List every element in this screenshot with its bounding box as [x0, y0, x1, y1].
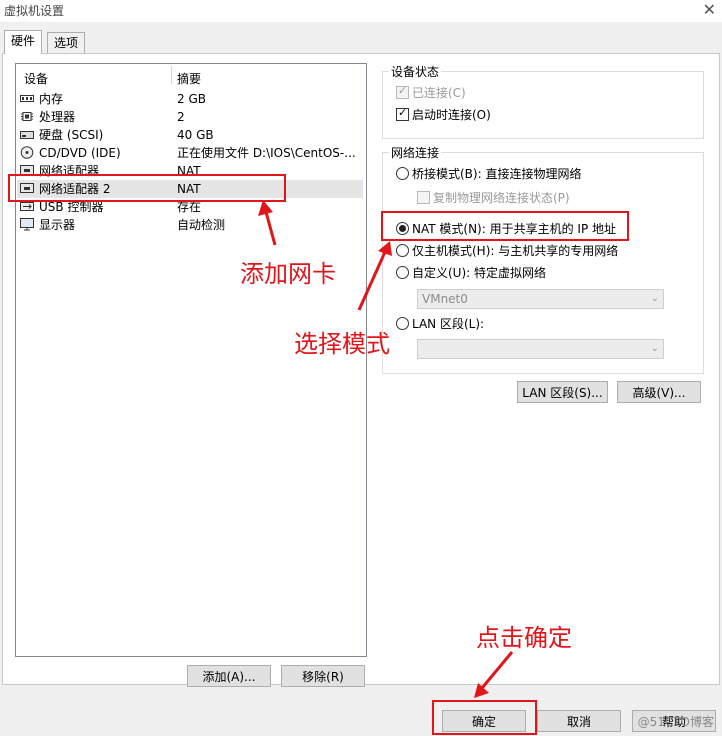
connect-at-power-on-label: 启动时连接(O): [412, 108, 491, 122]
chevron-down-icon: ⌄: [650, 343, 659, 354]
column-header-summary[interactable]: 摘要: [177, 70, 201, 87]
lan-segments-button[interactable]: LAN 区段(S)...: [517, 381, 608, 403]
annotation-add-nic: 添加网卡: [240, 260, 336, 288]
device-status-group: [382, 71, 704, 139]
device-name: 内存: [39, 92, 64, 106]
highlight-network-adapter-2: [8, 174, 286, 202]
device-name: 显示器: [39, 218, 76, 232]
remove-button[interactable]: 移除(R): [281, 665, 365, 687]
title-bar: 虚拟机设置 ✕: [0, 0, 722, 22]
device-row-display[interactable]: 显示器 自动检测: [17, 216, 363, 234]
device-summary: 2: [177, 110, 185, 124]
highlight-nat-mode: [381, 211, 629, 241]
device-summary: 40 GB: [177, 128, 214, 142]
connected-label: 已连接(C): [412, 86, 466, 100]
host-only-radio[interactable]: [396, 244, 409, 257]
highlight-ok-button: [432, 700, 537, 735]
device-summary: 自动检测: [177, 218, 226, 232]
tab-hardware[interactable]: 硬件: [4, 30, 43, 54]
tab-options-label: 选项: [54, 36, 79, 50]
network-connection-title: 网络连接: [389, 144, 442, 161]
tab-hardware-label: 硬件: [11, 34, 36, 48]
custom-label: 自定义(U): 特定虚拟网络: [412, 266, 547, 280]
device-row-processor[interactable]: 处理器 2: [17, 108, 363, 126]
display-icon: [20, 218, 34, 231]
column-header-device[interactable]: 设备: [24, 70, 48, 87]
lan-segment-select[interactable]: ⌄: [417, 339, 664, 359]
tab-options[interactable]: 选项: [47, 32, 86, 53]
device-name: CD/DVD (IDE): [39, 146, 121, 160]
host-only-label: 仅主机模式(H): 与主机共享的专用网络: [412, 244, 619, 258]
check-icon: ✓: [398, 84, 408, 97]
device-row-cd-dvd[interactable]: CD/DVD (IDE) 正在使用文件 D:\IOS\CentOS-...: [17, 144, 363, 162]
processor-icon: [21, 112, 33, 121]
device-name: 硬盘 (SCSI): [39, 128, 104, 142]
replicate-state-label: 复制物理网络连接状态(P): [433, 191, 570, 205]
lan-segment-radio[interactable]: [396, 317, 409, 330]
device-row-memory[interactable]: 内存 2 GB: [17, 90, 363, 108]
column-divider: [171, 66, 172, 84]
add-button[interactable]: 添加(A)...: [187, 665, 271, 687]
device-name: 处理器: [39, 110, 76, 124]
advanced-button[interactable]: 高级(V)...: [617, 381, 701, 403]
connect-at-power-on-checkbox[interactable]: ✓: [396, 106, 409, 121]
tab-strip: 硬件 选项: [0, 22, 722, 56]
window-title: 虚拟机设置: [4, 4, 65, 18]
device-status-title: 设备状态: [389, 63, 442, 80]
chevron-down-icon: ⌄: [650, 293, 659, 304]
memory-icon: [20, 95, 34, 102]
cancel-button[interactable]: 取消: [537, 710, 621, 732]
bridged-label: 桥接模式(B): 直接连接物理网络: [412, 167, 582, 181]
annotation-select-mode: 选择模式: [294, 330, 390, 358]
device-summary: 2 GB: [177, 92, 206, 106]
device-summary: 正在使用文件 D:\IOS\CentOS-...: [177, 146, 356, 160]
close-icon[interactable]: ✕: [703, 0, 716, 19]
watermark: @51CTO博客: [637, 715, 714, 729]
replicate-state-checkbox[interactable]: [417, 191, 430, 204]
device-row-hard-disk[interactable]: 硬盘 (SCSI) 40 GB: [17, 126, 363, 144]
connected-checkbox[interactable]: ✓: [396, 84, 409, 99]
lan-segment-label: LAN 区段(L):: [412, 317, 485, 331]
custom-network-value: VMnet0: [422, 292, 468, 306]
custom-radio[interactable]: [396, 266, 409, 279]
hard-disk-icon: [20, 131, 34, 139]
custom-network-select[interactable]: VMnet0 ⌄: [417, 289, 664, 309]
device-list[interactable]: 设备 摘要 内存 2 GB 处理器 2 硬盘 (SCSI) 40 GB CD/D…: [15, 63, 367, 657]
check-icon: ✓: [398, 106, 408, 119]
annotation-click-ok: 点击确定: [476, 624, 572, 652]
bridged-radio[interactable]: [396, 167, 409, 180]
cd-dvd-icon: [20, 146, 34, 159]
